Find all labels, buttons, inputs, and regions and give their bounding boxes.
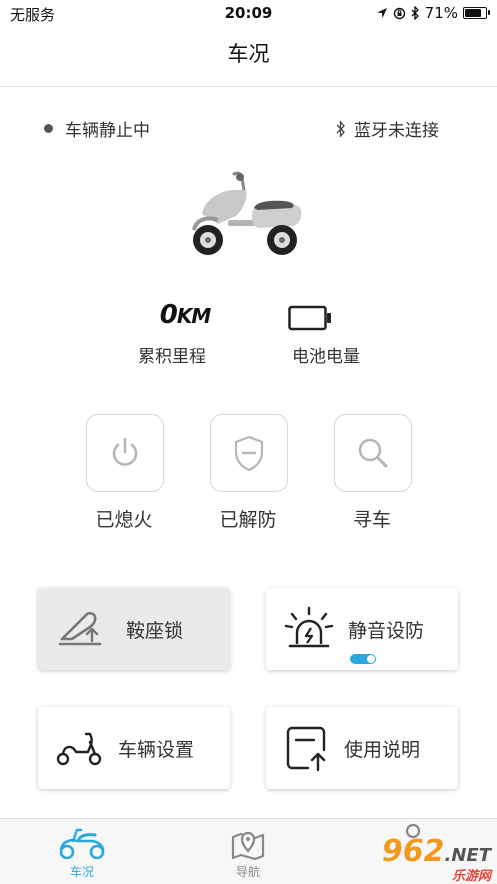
- ignition-label: 已熄火: [95, 509, 153, 531]
- scooter-icon: [59, 828, 105, 860]
- scooter-illustration: [192, 171, 302, 255]
- manual-card[interactable]: 使用说明: [266, 707, 458, 789]
- watermark-number: 962: [381, 834, 445, 869]
- tab-vehicle-status[interactable]: 车况: [50, 825, 114, 879]
- seat-lock-icon: [58, 611, 102, 646]
- find-vehicle-button[interactable]: [334, 414, 412, 492]
- battery-label: 电池电量: [292, 347, 360, 367]
- ignition-button[interactable]: [86, 414, 164, 492]
- bluetooth-icon: [336, 119, 345, 138]
- map-pin-icon: [231, 831, 265, 861]
- vehicle-state-label: 车辆静止中: [65, 121, 150, 141]
- arm-label: 已解防: [219, 509, 277, 531]
- tab-navigation-label: 导航: [235, 865, 260, 879]
- bluetooth-status[interactable]: 蓝牙未连接: [336, 116, 439, 141]
- tab-navigation[interactable]: 导航: [216, 825, 280, 879]
- battery-icon: [463, 7, 490, 19]
- vehicle-state: 车辆静止中: [44, 116, 150, 141]
- silent-arm-toggle[interactable]: [350, 654, 376, 664]
- mileage-number: 0: [159, 300, 178, 330]
- seat-lock-card[interactable]: 鞍座锁: [38, 588, 230, 670]
- battery-level-icon: [288, 305, 331, 331]
- location-arrow-icon: [376, 8, 387, 18]
- nav-divider: [0, 86, 497, 87]
- battery-percent: 71%: [424, 4, 458, 22]
- manual-icon: [286, 726, 326, 772]
- status-bar: 无服务 20:09 71%: [0, 0, 497, 28]
- orientation-lock-icon: [393, 7, 405, 19]
- status-indicators: 71%: [376, 4, 490, 22]
- mileage-value: 0KM: [150, 300, 220, 330]
- mileage-label: 累积里程: [138, 347, 206, 367]
- site-watermark: 962 .NET 乐游网: [382, 834, 491, 884]
- arm-button[interactable]: [210, 414, 288, 492]
- status-dot-icon: [44, 124, 53, 133]
- watermark-suffix: .NET: [444, 845, 491, 866]
- bluetooth-icon: [411, 6, 419, 20]
- power-icon: [112, 437, 138, 466]
- find-vehicle-label: 寻车: [352, 509, 391, 531]
- silent-arm-card[interactable]: 静音设防: [266, 588, 458, 670]
- mileage-unit: KM: [176, 304, 211, 328]
- bluetooth-status-label: 蓝牙未连接: [354, 121, 439, 141]
- manual-label: 使用说明: [344, 738, 421, 761]
- tab-vehicle-status-label: 车况: [69, 865, 94, 879]
- seat-lock-label: 鞍座锁: [126, 619, 184, 642]
- shield-icon: [234, 435, 264, 472]
- vehicle-settings-label: 车辆设置: [118, 738, 195, 761]
- silent-arm-label: 静音设防: [348, 619, 425, 642]
- alarm-siren-icon: [284, 606, 334, 648]
- vehicle-settings-card[interactable]: 车辆设置: [38, 707, 230, 789]
- scooter-outline-icon: [56, 732, 102, 766]
- page-title: 车况: [227, 42, 270, 66]
- search-icon: [358, 438, 388, 468]
